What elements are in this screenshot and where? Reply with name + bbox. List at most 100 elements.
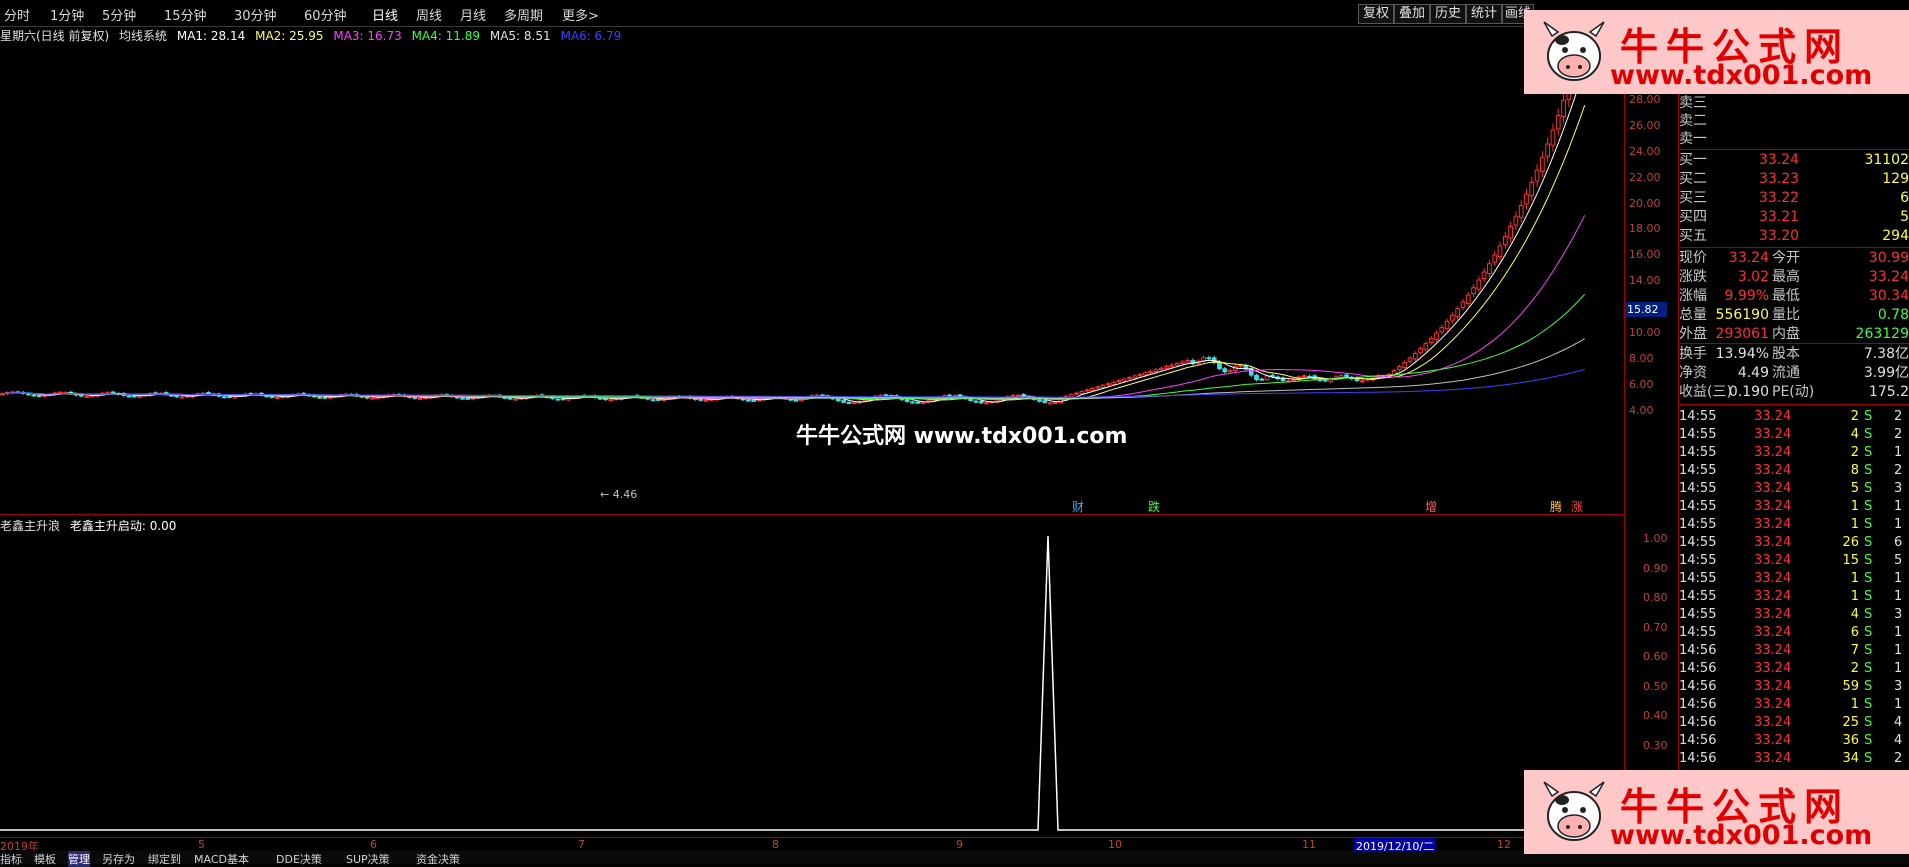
stat-value: 293061 <box>1715 326 1769 342</box>
indicator-axis-label: 0.30 <box>1643 738 1668 752</box>
bottom-tab-4[interactable]: 绑定到 <box>148 851 181 867</box>
stat-label: 收益(三) <box>1679 384 1732 400</box>
bottom-tab-8[interactable]: 资金决策 <box>416 851 460 867</box>
candle-body <box>746 399 751 402</box>
stat-label: 涨幅 <box>1679 288 1707 304</box>
tick-count: 1 <box>1894 661 1903 676</box>
tab-fenshi[interactable]: 分时 <box>4 5 30 24</box>
bottom-tab-5[interactable]: MACD基本 <box>194 851 249 867</box>
ma2-value: MA2: 25.95 <box>255 29 324 43</box>
buy-volume: 129 <box>1882 171 1909 187</box>
candle-body <box>851 402 857 405</box>
tick-volume: 2 <box>1850 409 1859 424</box>
candle-body <box>126 395 132 398</box>
tick-side: S <box>1864 427 1873 442</box>
stat-value: 3.99亿 <box>1863 365 1909 381</box>
overlay-button[interactable]: 叠加 <box>1394 4 1430 24</box>
tab-1min[interactable]: 1分钟 <box>50 5 84 24</box>
bottom-tab-6[interactable]: DDE决策 <box>276 851 322 867</box>
event-marker[interactable]: 腾 <box>1550 498 1562 515</box>
tick-row: 14:56 33.24 7 S 1 <box>1679 642 1909 660</box>
candle-body <box>1412 352 1418 360</box>
candle-body <box>412 396 418 399</box>
tick-time: 14:56 <box>1679 697 1717 712</box>
tick-time: 14:55 <box>1679 427 1717 442</box>
tick-row: 14:56 33.24 25 S 4 <box>1679 714 1909 732</box>
indicator-axis-label: 0.60 <box>1643 650 1668 663</box>
stat-value: 30.34 <box>1868 288 1909 304</box>
candle-body <box>656 398 661 401</box>
bottom-tab-7[interactable]: SUP决策 <box>346 851 390 867</box>
event-marker[interactable]: 财 <box>1072 498 1084 515</box>
candle-body <box>1127 377 1132 380</box>
tick-volume: 1 <box>1850 697 1859 712</box>
tick-price: 33.24 <box>1754 445 1792 460</box>
date-axis-label: 9 <box>956 838 963 851</box>
tab-30min[interactable]: 30分钟 <box>234 5 277 24</box>
candle-body <box>1132 375 1138 379</box>
indicator-axis-label: 0.40 <box>1643 709 1668 722</box>
stat-label: 现价 <box>1679 250 1707 266</box>
statistics-button[interactable]: 统计 <box>1466 4 1502 24</box>
tab-multi-period[interactable]: 多周期 <box>504 5 543 24</box>
candle-body <box>221 396 227 399</box>
bottom-tab-3[interactable]: 另存为 <box>102 851 135 867</box>
candle-body <box>555 398 561 401</box>
tab-60min[interactable]: 60分钟 <box>304 5 347 24</box>
indicator-axis-label: 1.00 <box>1643 532 1668 545</box>
candle-body <box>31 394 37 397</box>
candle-body <box>841 400 846 403</box>
stat-value: 4.49 <box>1737 365 1769 381</box>
event-marker[interactable]: 跌 <box>1148 498 1160 515</box>
candle-body <box>1254 374 1259 381</box>
candle-body <box>179 396 185 399</box>
tab-daily[interactable]: 日线 <box>372 5 398 24</box>
history-button[interactable]: 历史 <box>1430 4 1466 24</box>
tab-15min[interactable]: 15分钟 <box>164 5 207 24</box>
candle-body <box>105 392 111 395</box>
bottom-tab-2[interactable]: 管理 <box>68 851 90 867</box>
tick-side: S <box>1864 499 1873 514</box>
price-axis-label: 16.00 <box>1629 248 1661 262</box>
current-price-marker: 15.82 <box>1625 302 1667 317</box>
tick-row: 14:55 33.24 1 S 1 <box>1679 588 1909 606</box>
ma-system-label[interactable]: 均线系统 <box>119 29 167 43</box>
event-marker[interactable]: 增 <box>1425 498 1437 515</box>
tab-5min[interactable]: 5分钟 <box>102 5 136 24</box>
event-marker[interactable]: 涨 <box>1571 498 1583 515</box>
indicator-chart[interactable] <box>0 516 1624 837</box>
center-watermark: 牛牛公式网 www.tdx001.com <box>796 424 1128 449</box>
stat-label: 流通 <box>1772 365 1800 381</box>
tick-time: 14:55 <box>1679 517 1717 532</box>
candle-body <box>846 401 852 404</box>
tick-volume: 1 <box>1850 571 1859 586</box>
stat-label: 换手 <box>1679 346 1707 362</box>
tick-count: 6 <box>1894 535 1903 550</box>
tick-volume: 8 <box>1850 463 1859 478</box>
candle-body <box>317 396 322 399</box>
restore-rights-button[interactable]: 复权 <box>1358 4 1394 24</box>
candle-body <box>904 398 910 402</box>
candle-body <box>910 401 915 404</box>
tick-side: S <box>1864 589 1873 604</box>
stat-label: 股本 <box>1772 346 1800 362</box>
tick-count: 1 <box>1894 571 1903 586</box>
tick-row: 14:55 33.24 4 S 3 <box>1679 606 1909 624</box>
cow-logo-icon <box>1543 21 1605 81</box>
stat-row: 总量 556190 量比 0.78 <box>1679 306 1909 324</box>
tick-time: 14:55 <box>1679 625 1717 640</box>
tab-more[interactable]: 更多> <box>562 5 599 24</box>
bottom-tab-0[interactable]: 指标 <box>0 851 22 867</box>
buy-label: 买二 <box>1679 171 1707 187</box>
divider <box>1679 404 1909 405</box>
tab-weekly[interactable]: 周线 <box>416 5 442 24</box>
price-axis-label: 20.00 <box>1629 196 1661 210</box>
stat-value: 556190 <box>1715 307 1769 323</box>
candle-body <box>322 396 328 399</box>
candle-body <box>835 398 841 402</box>
candle-body <box>1111 381 1116 385</box>
bottom-tab-1[interactable]: 模板 <box>34 851 56 867</box>
tab-monthly[interactable]: 月线 <box>460 5 486 24</box>
tick-volume: 1 <box>1850 517 1859 532</box>
tick-count: 4 <box>1894 733 1903 748</box>
